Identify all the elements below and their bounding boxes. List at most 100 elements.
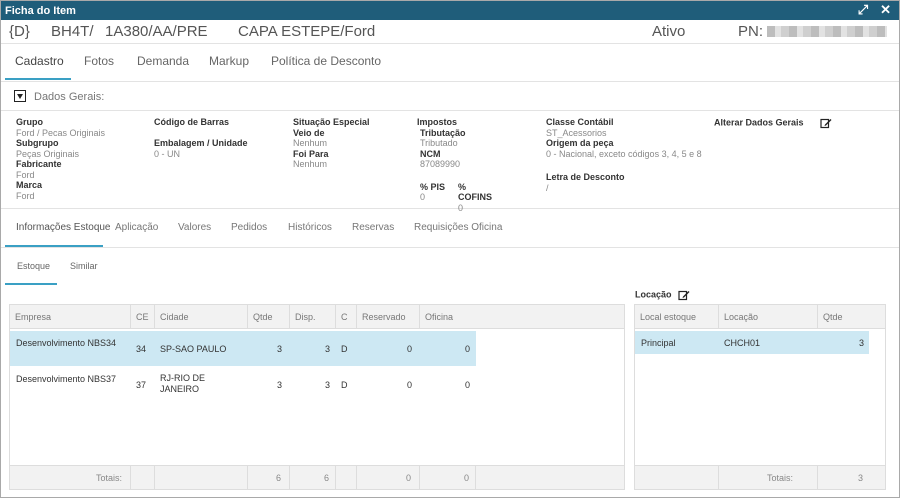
embalagem-label: Embalagem / Unidade [154, 138, 248, 148]
col-ce[interactable]: CE [131, 305, 155, 329]
stock-sub-tabs: Informações Estoque Aplicação Valores Pe… [1, 210, 899, 248]
field-column-4: Impostos Tributação Tributado NCM 870899… [417, 117, 492, 213]
table-row[interactable]: Principal CHCH01 3 [635, 331, 869, 354]
tab-estoque[interactable]: Estoque [17, 261, 50, 271]
codigo-barras-value [154, 128, 248, 139]
marca-value: Ford [16, 190, 35, 201]
tab-cadastro[interactable]: Cadastro [15, 54, 64, 68]
pis-label: % PIS [420, 181, 446, 192]
edit-dados-gerais-icon[interactable] [820, 117, 832, 129]
locacao-grid-header: Local estoque Locação Qtde [635, 305, 885, 329]
collapse-toggle-icon[interactable] [14, 90, 26, 102]
ncm-label: NCM [420, 148, 441, 159]
locacao-grid-footer: Totais: 3 [635, 465, 885, 490]
estoque-tabs: Estoque Similar [1, 249, 899, 287]
cell-c: D [341, 344, 348, 354]
codigo-barras-label: Código de Barras [154, 117, 230, 127]
grupo-value: Ford / Pecas Originais [16, 127, 106, 138]
estoque-grid-header: Empresa CE Cidade Qtde Disp. C Reservado… [10, 305, 624, 329]
pis-value: 0 [420, 192, 426, 202]
ncm-value: 87089990 [420, 159, 461, 169]
tab-demanda[interactable]: Demanda [137, 54, 189, 68]
cell-oficina: 0 [464, 380, 470, 390]
tab-markup[interactable]: Markup [209, 54, 249, 68]
cell-oficina: 0 [464, 344, 470, 354]
totals-disp: 6 [290, 466, 336, 490]
expand-icon[interactable]: ⤢ [858, 3, 868, 17]
cell-loc-qtde: 3 [858, 338, 864, 348]
col-local-estoque[interactable]: Local estoque [635, 305, 719, 329]
pn-redacted-value [767, 26, 888, 37]
tab-historicos[interactable]: Históricos [288, 222, 332, 233]
col-qtde[interactable]: Qtde [248, 305, 290, 329]
totals-c [336, 466, 357, 490]
situacao-label: Situação Especial [293, 117, 370, 127]
item-ref2: 1A380/AA/PRE [105, 23, 208, 40]
fabricante-label: Fabricante [16, 159, 62, 169]
tab-aplicacao[interactable]: Aplicação [115, 222, 158, 233]
cell-local-estoque: Principal [641, 338, 676, 348]
tab-valores[interactable]: Valores [178, 222, 211, 233]
col-locacao[interactable]: Locação [719, 305, 818, 329]
subgrupo-value: Peças Originais [16, 148, 80, 159]
fabricante-value: Ford [16, 169, 35, 180]
cell-empresa: Desenvolvimento NBS34 [16, 338, 117, 348]
col-reservado[interactable]: Reservado [357, 305, 420, 329]
totals-qtde: 6 [248, 466, 290, 490]
item-ref1: BH4T/ [51, 23, 94, 40]
col-disp[interactable]: Disp. [290, 305, 336, 329]
tributacao-label: Tributação [420, 127, 466, 138]
col-oficina[interactable]: Oficina [420, 305, 476, 329]
tab-informacoes-estoque[interactable]: Informações Estoque [16, 222, 111, 233]
cell-c: D [341, 380, 348, 390]
loc-totals-qtde: 3 [857, 473, 863, 483]
origem-value: 0 - Nacional, exceto códigos 3, 4, 5 e 8 [546, 148, 702, 159]
cell-ce: 37 [136, 380, 147, 390]
tributacao-value: Tributado [420, 138, 458, 148]
tab-fotos[interactable]: Fotos [84, 54, 114, 68]
main-tabs: Cadastro Fotos Demanda Markup Política d… [1, 44, 899, 82]
table-row[interactable]: Desenvolvimento NBS34 34 SP-SAO PAULO 3 … [10, 331, 476, 366]
cell-cidade: RJ-RIO DE JANEIRO [160, 373, 205, 394]
classe-value: ST_Acessorios [546, 127, 607, 138]
cell-reservado: 0 [406, 344, 412, 354]
tab-politica-desconto[interactable]: Política de Desconto [271, 54, 381, 68]
cell-reservado: 0 [406, 380, 412, 390]
loc-totals-label: Totais: [719, 466, 818, 490]
col-cidade[interactable]: Cidade [155, 305, 248, 329]
field-column-3: Situação Especial Veio de Nenhum Foi Par… [293, 117, 370, 170]
col-empresa[interactable]: Empresa [10, 305, 131, 329]
tab-requisicoes-oficina[interactable]: Requisições Oficina [414, 222, 502, 233]
tab-pedidos[interactable]: Pedidos [231, 222, 267, 233]
cell-empresa: Desenvolvimento NBS37 [16, 374, 117, 384]
totals-ce [131, 466, 155, 490]
alterar-dados-label: Alterar Dados Gerais [714, 117, 804, 128]
col-loc-qtde[interactable]: Qtde [818, 305, 885, 329]
totals-oficina: 0 [420, 466, 476, 490]
locacao-title: Locação [635, 289, 690, 301]
dados-gerais-label: Dados Gerais: [34, 91, 105, 103]
estoque-grid: Empresa CE Cidade Qtde Disp. C Reservado… [9, 304, 625, 490]
table-row[interactable]: Desenvolvimento NBS37 37 RJ-RIO DE JANEI… [10, 367, 476, 402]
title-bar: Ficha do Item ⤢ ✕ [1, 1, 899, 20]
totals-cidade [155, 466, 248, 490]
tab-reservas[interactable]: Reservas [352, 222, 394, 233]
item-window: Ficha do Item ⤢ ✕ {D} BH4T/ 1A380/AA/PRE… [0, 0, 900, 498]
edit-locacao-icon[interactable] [678, 289, 690, 301]
letra-label: Letra de Desconto [546, 172, 625, 182]
col-c[interactable]: C [336, 305, 357, 329]
item-header: {D} BH4T/ 1A380/AA/PRE CAPA ESTEPE/Ford … [1, 20, 899, 44]
foi-para-value: Nenhum [293, 159, 328, 169]
active-tab-indicator [5, 78, 71, 80]
close-icon[interactable]: ✕ [880, 3, 891, 17]
general-data-fields: Grupo Ford / Pecas Originais Subgrupo Pe… [1, 111, 899, 213]
tab-similar[interactable]: Similar [70, 261, 98, 271]
grupo-label: Grupo [16, 117, 43, 127]
marca-label: Marca [16, 180, 43, 190]
cofins-label: % COFINS [458, 181, 493, 203]
dados-gerais-bar: Dados Gerais: [1, 83, 899, 111]
veio-de-value: Nenhum [293, 138, 328, 148]
impostos-label: Impostos [417, 117, 458, 127]
origem-label: Origem da peça [546, 138, 614, 148]
cell-qtde: 3 [276, 380, 282, 390]
